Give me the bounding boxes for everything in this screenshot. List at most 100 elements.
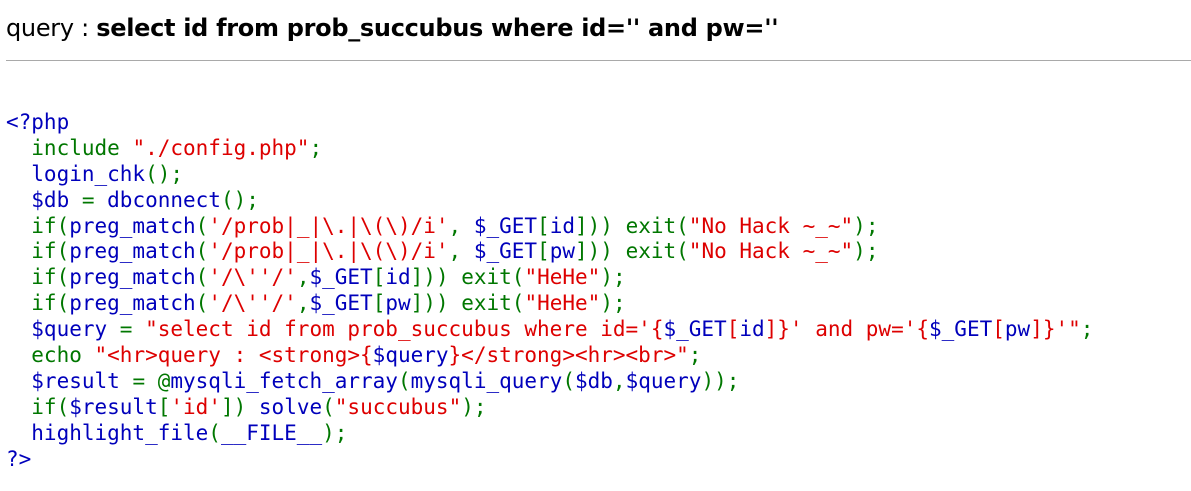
code-token-string: "HeHe": [524, 265, 601, 290]
code-token-keyword: (: [195, 239, 209, 264]
code-token-string: "No Hack ~_~": [688, 213, 854, 238]
code-token-default: $_GET: [663, 317, 727, 342]
code-token-default: ?>: [6, 446, 32, 471]
horizontal-rule: [6, 60, 1191, 61]
code-line: if(preg_match('/prob|_|\.|\(\)/i', $_GET…: [6, 214, 1093, 240]
code-token-default: $db: [574, 368, 613, 393]
code-token-default: $_GET: [309, 265, 373, 290]
code-token-keyword: ]): [220, 394, 259, 419]
code-token-keyword: );: [600, 265, 626, 290]
code-token-keyword: [: [537, 239, 550, 264]
code-token-keyword: ])) exit(: [575, 239, 689, 264]
code-token-default: preg_match: [69, 213, 196, 238]
code-token-keyword: (: [397, 368, 411, 393]
code-token-keyword: ;: [688, 343, 702, 368]
code-token-default: $query: [372, 343, 449, 368]
code-token-keyword: (: [195, 265, 209, 290]
code-token-default: dbconnect: [107, 187, 221, 212]
code-token-default: $_GET: [309, 291, 373, 316]
code-token-default: $result: [69, 394, 158, 419]
query-output: query : select id from prob_succubus whe…: [6, 12, 779, 44]
code-token-default: login_chk: [6, 161, 146, 186]
code-token-keyword: (: [562, 368, 575, 393]
query-label: query :: [6, 14, 97, 42]
code-token-keyword: );: [853, 239, 879, 264]
query-value: select id from prob_succubus where id=''…: [96, 14, 779, 42]
code-token-default: $_GET: [473, 239, 538, 264]
code-token-string: '/prob|_|\.|\(\)/i': [208, 239, 449, 264]
code-token-keyword: );: [322, 420, 348, 445]
code-line: highlight_file(__FILE__);: [6, 421, 1093, 447]
code-token-string: "succubus": [334, 394, 462, 419]
code-line: <?php: [6, 110, 1093, 136]
code-token-keyword: =: [81, 187, 108, 212]
code-token-keyword: ])) exit(: [575, 213, 689, 238]
code-token-string: "<hr>query : <strong>{: [94, 343, 373, 368]
code-token-keyword: ;: [309, 135, 323, 160]
code-line: $query = "select id from prob_succubus w…: [6, 317, 1093, 343]
code-token-default: preg_match: [69, 239, 196, 264]
code-token-keyword: ));: [701, 368, 740, 393]
code-line: $result = @mysqli_fetch_array(mysqli_que…: [6, 369, 1093, 395]
code-token-keyword: (: [195, 291, 209, 316]
code-token-keyword: [: [537, 213, 550, 238]
code-line: ?>: [6, 447, 1093, 473]
code-token-keyword: if(: [6, 265, 70, 290]
code-token-string: [: [992, 317, 1005, 342]
code-token-keyword: (: [322, 394, 335, 419]
code-token-default: id: [385, 265, 411, 290]
code-token-default: id: [739, 317, 765, 342]
code-token-keyword: [: [372, 291, 386, 316]
code-token-keyword: ();: [145, 161, 184, 186]
code-token-keyword: );: [600, 291, 626, 316]
code-token-default: __FILE__: [220, 420, 323, 445]
code-token-string: "./config.php": [132, 135, 310, 160]
code-token-keyword: ])) exit(: [410, 265, 525, 290]
code-token-keyword: [: [157, 394, 171, 419]
code-token-default: $db: [6, 187, 82, 212]
code-token-default: <?php: [6, 110, 70, 134]
code-token-keyword: = @: [132, 368, 171, 393]
code-line: include "./config.php";: [6, 136, 1093, 162]
code-line: if(preg_match('/\''/',$_GET[id])) exit("…: [6, 265, 1093, 291]
code-token-keyword: ,: [448, 213, 474, 238]
code-line: $db = dbconnect();: [6, 188, 1093, 214]
code-token-string: '/\''/': [208, 265, 297, 290]
code-token-keyword: ,: [296, 265, 310, 290]
code-line: echo "<hr>query : <strong>{$query}</stro…: [6, 343, 1093, 369]
code-token-default: mysqli_query: [410, 368, 563, 393]
code-token-default: $result: [6, 368, 133, 393]
code-token-keyword: ])) exit(: [410, 291, 525, 316]
code-token-string: ]}'": [1030, 317, 1081, 342]
code-token-string: 'id': [170, 394, 221, 419]
code-token-default: $_GET: [929, 317, 993, 342]
code-line: if(preg_match('/prob|_|\.|\(\)/i', $_GET…: [6, 239, 1093, 265]
code-token-keyword: ,: [296, 291, 310, 316]
code-token-keyword: echo: [6, 343, 95, 368]
code-token-default: pw: [549, 239, 575, 264]
code-token-string: "HeHe": [524, 291, 601, 316]
code-token-keyword: (: [195, 213, 209, 238]
code-token-default: $query: [6, 317, 120, 342]
code-token-string: '/\''/': [208, 291, 297, 316]
code-token-default: highlight_file: [6, 420, 209, 445]
code-token-default: pw: [385, 291, 411, 316]
code-token-keyword: );: [853, 213, 879, 238]
code-token-keyword: ();: [220, 187, 259, 212]
code-token-keyword: (: [208, 420, 221, 445]
code-token-default: preg_match: [69, 265, 196, 290]
code-token-default: $query: [625, 368, 702, 393]
code-token-string: "select id from prob_succubus where id='…: [145, 317, 664, 342]
code-token-default: preg_match: [69, 291, 196, 316]
code-line: if(preg_match('/\''/',$_GET[pw])) exit("…: [6, 291, 1093, 317]
code-token-keyword: if(: [6, 394, 70, 419]
code-token-keyword: if(: [6, 291, 70, 316]
code-token-keyword: );: [461, 394, 487, 419]
code-token-keyword: [: [372, 265, 386, 290]
code-token-default: pw: [1004, 317, 1031, 342]
code-token-default: id: [549, 213, 575, 238]
code-token-string: '/prob|_|\.|\(\)/i': [208, 213, 449, 238]
code-token-keyword: ;: [1080, 317, 1094, 342]
php-source-code: <?php include "./config.php"; login_chk(…: [6, 110, 1093, 472]
code-line: login_chk();: [6, 162, 1093, 188]
